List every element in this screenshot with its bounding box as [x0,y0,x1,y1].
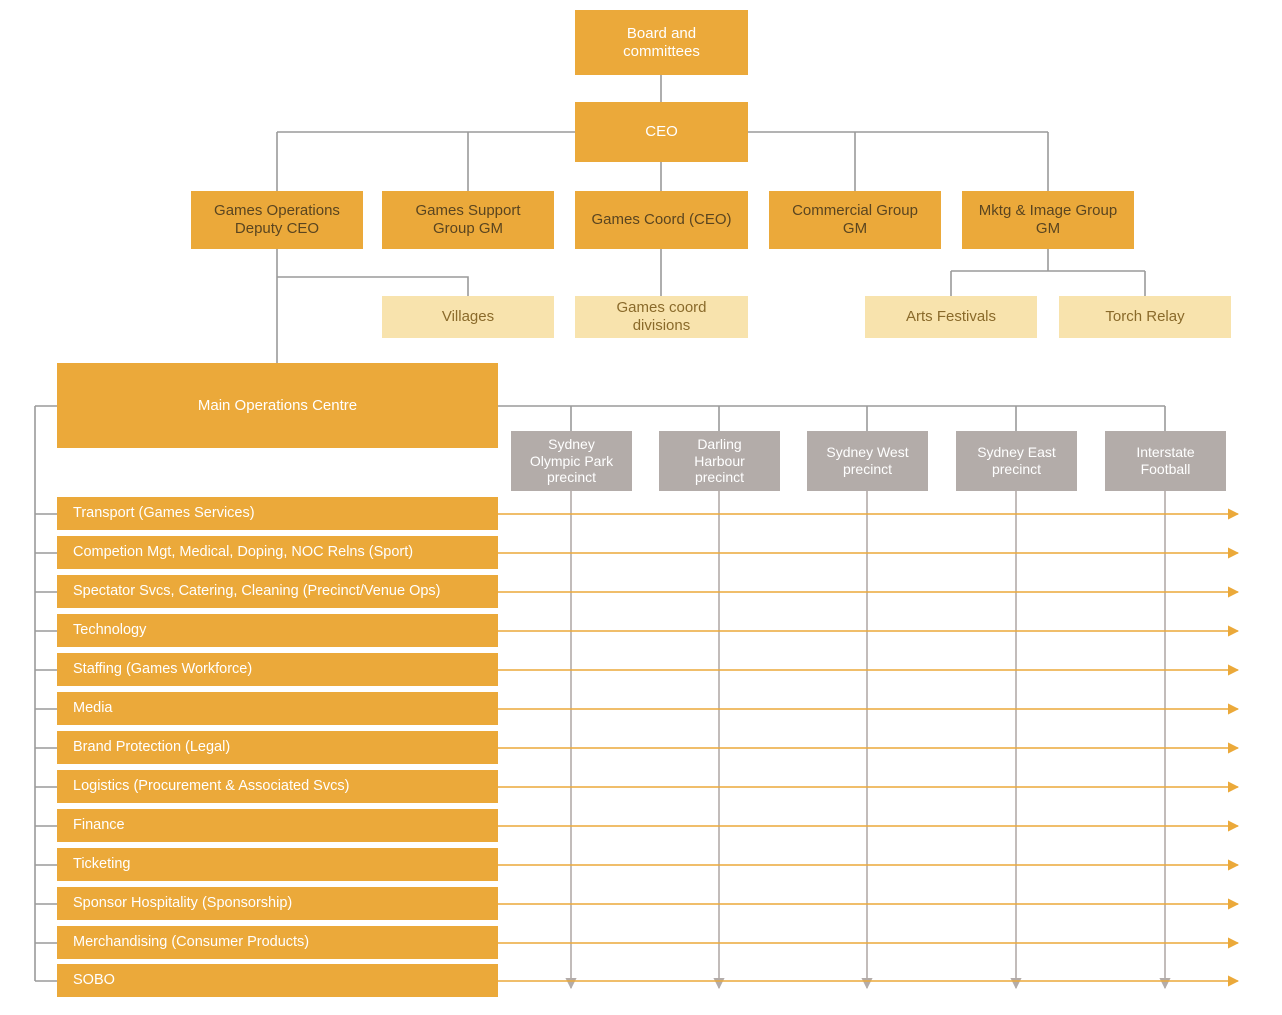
node-games-operations-deputy-ceo[interactable]: Games Operations Deputy CEO [191,191,363,249]
function-row-finance[interactable]: Finance [57,809,498,842]
node-board-and-committees[interactable]: Board and committees [575,10,748,75]
node-sydney-west-precinct[interactable]: Sydney West precinct [807,431,928,491]
node-commercial-group-gm[interactable]: Commercial Group GM [769,191,941,249]
node-label: Sydney West precinct [826,444,909,477]
node-label: Main Operations Centre [197,396,358,414]
node-villages[interactable]: Villages [382,296,554,338]
function-row-label: Finance [73,816,125,833]
node-label: Sydney Olympic Park precinct [529,435,614,486]
function-row-label: Transport (Games Services) [73,504,255,521]
function-row-media[interactable]: Media [57,692,498,725]
node-ceo[interactable]: CEO [575,102,748,162]
node-label: Arts Festivals [905,308,996,325]
function-row-transport[interactable]: Transport (Games Services) [57,497,498,530]
function-row-technology[interactable]: Technology [57,614,498,647]
function-arrows [498,508,1240,987]
node-label: Games coord divisions [616,299,707,334]
function-row-spectator-svcs[interactable]: Spectator Svcs, Catering, Cleaning (Prec… [57,575,498,608]
node-darling-harbour-precinct[interactable]: Darling Harbour precinct [659,431,780,491]
node-games-coord-ceo[interactable]: Games Coord (CEO) [575,191,748,249]
function-row-label: Logistics (Procurement & Associated Svcs… [73,777,350,794]
function-row-label: Media [73,699,113,716]
node-label: Games Coord (CEO) [591,211,732,228]
node-games-coord-divisions[interactable]: Games coord divisions [575,296,748,338]
node-sydney-olympic-park-precinct[interactable]: Sydney Olympic Park precinct [511,431,632,491]
function-row-label: Technology [73,621,147,638]
node-label: Games Operations Deputy CEO [214,202,340,237]
node-label: Sydney East precinct [977,444,1056,477]
precinct-rails [565,491,1171,990]
node-label: Board and committees [623,24,700,60]
function-row-label: Staffing (Games Workforce) [73,660,253,677]
function-row-label: Merchandising (Consumer Products) [73,933,310,950]
function-row-staffing[interactable]: Staffing (Games Workforce) [57,653,498,686]
function-row-label: Spectator Svcs, Catering, Cleaning (Prec… [73,582,441,599]
function-row-ticketing[interactable]: Ticketing [57,848,498,881]
function-row-label: SOBO [73,971,115,988]
node-torch-relay[interactable]: Torch Relay [1059,296,1231,338]
node-mktg-and-image-group-gm[interactable]: Mktg & Image Group GM [962,191,1134,249]
function-row-sobo[interactable]: SOBO [57,964,498,997]
node-interstate-football[interactable]: Interstate Football [1105,431,1226,491]
node-label: Games Support Group GM [415,202,521,237]
function-row-label: Sponsor Hospitality (Sponsorship) [73,894,293,911]
node-label: Villages [441,308,495,325]
node-sydney-east-precinct[interactable]: Sydney East precinct [956,431,1077,491]
node-label: CEO [645,123,678,140]
node-main-operations-centre[interactable]: Main Operations Centre [57,363,498,448]
function-row-label: Brand Protection (Legal) [73,738,231,755]
node-label: Commercial Group GM [792,202,918,237]
function-row-merchandising[interactable]: Merchandising (Consumer Products) [57,926,498,959]
node-label: Darling Harbour precinct [694,435,745,486]
function-row-logistics[interactable]: Logistics (Procurement & Associated Svcs… [57,770,498,803]
node-label: Torch Relay [1105,308,1185,325]
function-row-label: Ticketing [73,855,131,872]
org-chart-canvas: Board and committees CEO Games Operation… [0,0,1282,1015]
node-label: Mktg & Image Group GM [978,202,1118,237]
node-label: Interstate Football [1136,444,1195,477]
function-row-label: Competion Mgt, Medical, Doping, NOC Reln… [73,543,414,560]
function-row-sponsor-hospitality[interactable]: Sponsor Hospitality (Sponsorship) [57,887,498,920]
function-row-brand-protection[interactable]: Brand Protection (Legal) [57,731,498,764]
function-row-competition-mgt[interactable]: Competion Mgt, Medical, Doping, NOC Reln… [57,536,498,569]
node-games-support-group-gm[interactable]: Games Support Group GM [382,191,554,249]
node-arts-festivals[interactable]: Arts Festivals [865,296,1037,338]
